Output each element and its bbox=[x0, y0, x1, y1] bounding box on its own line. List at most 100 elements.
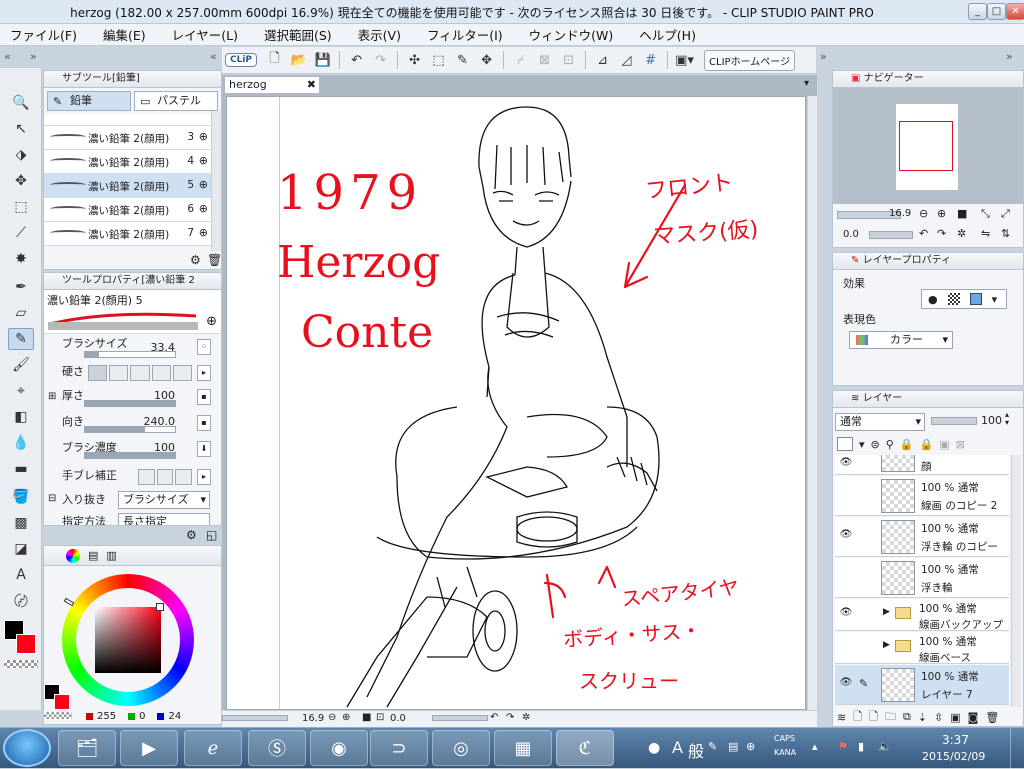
media-player-task-icon[interactable]: ▶ bbox=[120, 730, 178, 766]
collapse-left-icon[interactable]: « bbox=[210, 50, 217, 63]
eye-icon[interactable]: 👁 bbox=[838, 607, 854, 618]
selection-border-icon[interactable]: ⊡ bbox=[558, 50, 579, 71]
fit-window-icon[interactable]: ⤢ bbox=[1001, 207, 1010, 221]
subtool-tab-pencil[interactable]: ✎ 鉛筆 bbox=[47, 91, 131, 111]
layer-color-icon[interactable] bbox=[837, 437, 853, 451]
chevron-down-icon[interactable]: ▾ bbox=[992, 293, 998, 306]
expand-icon[interactable]: ▪ bbox=[197, 389, 211, 405]
scale-icon[interactable]: ✥ bbox=[476, 50, 497, 71]
menu-edit[interactable]: 編集(E) bbox=[103, 25, 146, 44]
lock-transparent-icon[interactable]: 🔒 bbox=[920, 438, 934, 451]
dynamics-icon[interactable]: ⬇ bbox=[197, 441, 211, 457]
navigator-zoom-value[interactable]: 16.9 bbox=[889, 208, 911, 219]
navigator-view-rect[interactable] bbox=[899, 121, 953, 171]
mask-icon[interactable]: ▣ bbox=[939, 438, 949, 451]
ime-mode-icon[interactable]: 般 bbox=[688, 738, 704, 762]
direction-value[interactable]: 240.0 bbox=[144, 415, 176, 428]
folder-expand-icon[interactable]: ▶ bbox=[883, 607, 890, 617]
reset-rotation-icon[interactable]: ✲ bbox=[957, 227, 966, 240]
density-value[interactable]: 100 bbox=[154, 441, 175, 454]
brush-tool-icon[interactable]: 🖌 bbox=[8, 354, 34, 376]
start-button[interactable] bbox=[3, 729, 51, 767]
reference-layer-icon[interactable]: ⚲ bbox=[886, 438, 894, 451]
grid-snap-icon[interactable]: # bbox=[640, 50, 661, 71]
clock-date[interactable]: 2015/02/09 bbox=[922, 750, 985, 763]
zoom-out-icon[interactable]: ⊖ bbox=[328, 712, 336, 723]
tone-effect-icon[interactable] bbox=[947, 293, 960, 305]
pencil-tool-icon[interactable]: ✎ bbox=[8, 328, 34, 350]
ime-dictionary-icon[interactable]: ▤ bbox=[728, 740, 738, 753]
balloon-icon[interactable]: ● bbox=[648, 740, 660, 756]
document-tab[interactable]: herzog ✖ bbox=[224, 76, 320, 94]
brush-item[interactable]: 濃い鉛筆 2(顔用) 6 ⊕ bbox=[44, 198, 211, 222]
ime-toolbar-icon[interactable]: ✎ bbox=[708, 740, 717, 753]
brush-size-dots-icon[interactable]: ⁘ bbox=[197, 339, 211, 355]
expand-icon[interactable]: ▸ bbox=[197, 365, 211, 381]
layer-folder-row[interactable]: ▶ 100 % 通常 線画ベース bbox=[835, 632, 1009, 664]
clip-paint-task-icon[interactable]: ℭ bbox=[556, 730, 614, 766]
subtool-scrollbar[interactable] bbox=[211, 111, 221, 251]
magnifier-icon[interactable]: ⊕ bbox=[199, 130, 208, 143]
fill-icon[interactable]: ⬚ bbox=[428, 50, 449, 71]
hardness-steps[interactable] bbox=[88, 365, 193, 381]
chrome-task-icon[interactable]: ◎ bbox=[432, 730, 490, 766]
close-tab-icon[interactable]: ✖ bbox=[307, 77, 316, 93]
fit-window-icon[interactable]: ⊡ bbox=[376, 712, 384, 723]
menu-view[interactable]: 表示(V) bbox=[358, 25, 401, 44]
layer-folder-row[interactable]: 👁 ▶ 100 % 通常 線画バックアップ bbox=[835, 599, 1009, 631]
zoom-out-icon[interactable]: ⊖ bbox=[919, 207, 928, 220]
save-icon[interactable]: 💾 bbox=[312, 50, 333, 71]
clip-logo[interactable]: CLiP bbox=[225, 53, 258, 67]
zoom-in-icon[interactable]: ⊕ bbox=[937, 207, 946, 220]
opacity-value[interactable]: 100 bbox=[981, 414, 1002, 427]
tab-list-icon[interactable]: ▾ bbox=[804, 78, 809, 89]
reset-rotation-icon[interactable]: ✲ bbox=[522, 712, 530, 723]
new-file-icon[interactable]: 🗋 bbox=[264, 50, 285, 71]
apply-mask-icon[interactable]: ◙ bbox=[968, 711, 979, 724]
transparent-chip[interactable] bbox=[44, 712, 72, 719]
canvas-rotate-value[interactable]: 0.0 bbox=[390, 713, 406, 724]
saturation-value-square[interactable] bbox=[95, 607, 161, 673]
navigator-preview[interactable] bbox=[833, 88, 1023, 204]
action-center-icon[interactable]: ⚑ bbox=[838, 740, 848, 753]
rotate-left-icon[interactable]: ↶ bbox=[490, 712, 498, 723]
method-dropdown[interactable]: 長さ指定 bbox=[118, 513, 210, 525]
lock-icon[interactable]: 🔒 bbox=[900, 438, 914, 451]
layer-stack-icon[interactable]: ≋ bbox=[837, 711, 846, 724]
minimize-button[interactable]: _ bbox=[968, 3, 987, 20]
folder-expand-icon[interactable]: ▶ bbox=[883, 640, 890, 650]
collapse-left-icon[interactable]: » bbox=[30, 50, 37, 63]
menu-filter[interactable]: フィルター(I) bbox=[427, 25, 503, 44]
brush-item[interactable]: 濃い鉛筆 2(顔用) 3 ⊕ bbox=[44, 126, 211, 150]
mask-add-icon[interactable]: ▣ bbox=[950, 711, 960, 724]
balloon-tool-icon[interactable]: 〄 bbox=[8, 590, 34, 612]
fit-icon[interactable]: ■ bbox=[362, 712, 371, 723]
magnifier-icon[interactable]: ⊕ bbox=[206, 314, 217, 329]
ime-alpha-icon[interactable]: A bbox=[672, 738, 683, 757]
ruler-icon[interactable]: ⊠ bbox=[956, 438, 965, 451]
new-vector-layer-icon[interactable]: 🗋 bbox=[869, 708, 878, 727]
selection-tool-icon[interactable]: ⬚ bbox=[8, 196, 34, 218]
fill-tool-icon[interactable]: ▬ bbox=[8, 458, 34, 480]
new-folder-icon[interactable]: 🗀 bbox=[885, 708, 896, 727]
clip-layer-icon[interactable]: ⊜ bbox=[871, 438, 880, 451]
chevron-down-icon[interactable]: ▾ bbox=[859, 438, 865, 451]
menu-help[interactable]: ヘルプ(H) bbox=[639, 25, 696, 44]
brush-size-value[interactable]: 33.4 bbox=[151, 341, 176, 354]
zoom-tool-icon[interactable]: 🔍 bbox=[8, 92, 34, 114]
airbrush-tool-icon[interactable]: ⌖ bbox=[8, 380, 34, 402]
sub-color-swatch[interactable] bbox=[16, 634, 36, 654]
navigator-rotate-slider[interactable] bbox=[869, 231, 913, 239]
redo-icon[interactable]: ↷ bbox=[370, 50, 391, 71]
transfer-icon[interactable]: ⇳ bbox=[934, 711, 943, 724]
canvas-vertical-scrollbar[interactable] bbox=[807, 96, 817, 710]
opacity-slider[interactable] bbox=[931, 417, 977, 425]
eyedropper-tool-icon[interactable]: ⟋ bbox=[8, 222, 34, 244]
color-picker-handle[interactable] bbox=[156, 603, 164, 611]
layer-color-effect-icon[interactable] bbox=[969, 293, 982, 305]
figure-tool-icon[interactable]: ◪ bbox=[8, 538, 34, 560]
border-effect-icon[interactable]: ● bbox=[928, 293, 938, 306]
eraser-tool-icon[interactable]: ◧ bbox=[8, 406, 34, 428]
magnifier-icon[interactable]: ⊕ bbox=[199, 226, 208, 239]
magnifier-icon[interactable]: ⊕ bbox=[199, 154, 208, 167]
